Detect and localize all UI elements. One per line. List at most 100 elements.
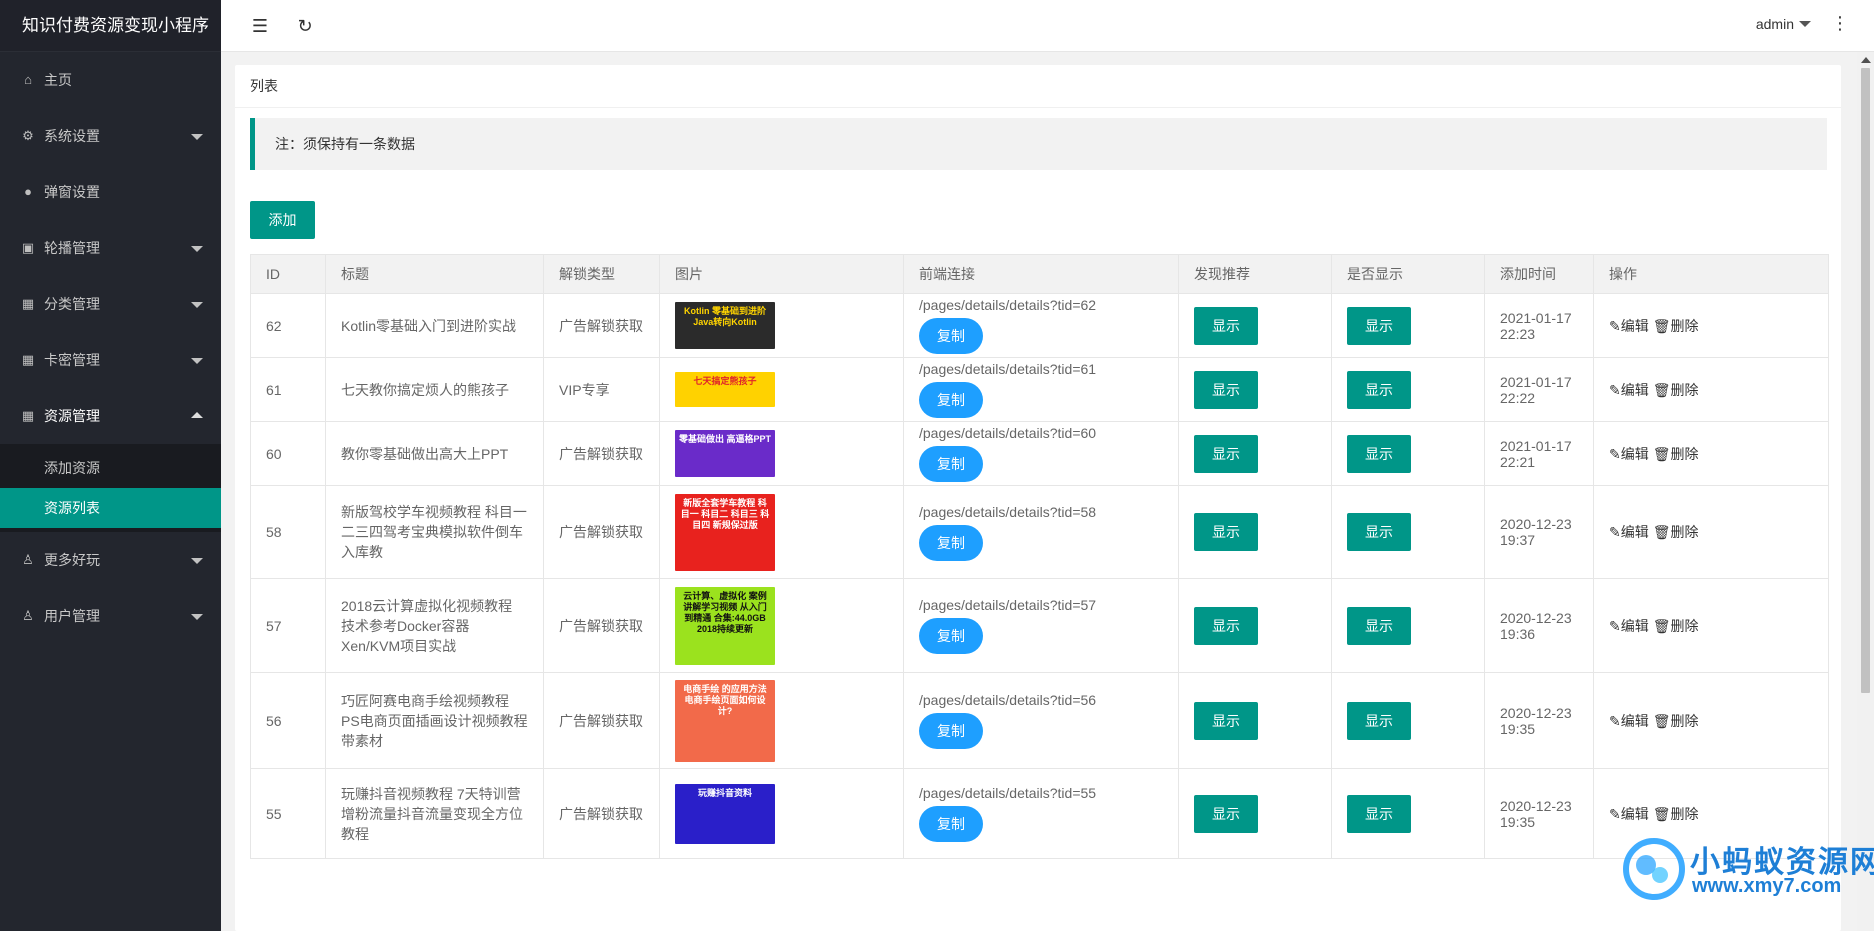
table-body: 62 Kotlin零基础入门到进阶实战 广告解锁获取 Kotlin 零基础到进阶 Ja… (250, 293, 1829, 859)
sidebar-item-resources[interactable]: ▦ 资源管理 (0, 388, 221, 444)
add-button[interactable]: 添加 (250, 201, 315, 239)
resource-thumbnail[interactable]: 玩赚抖音资料 (675, 783, 775, 844)
cell-image: 新版全套学车教程 科目一 科目二 科目三 科目四 新规保过版 (659, 485, 904, 579)
trash-icon: 🗑 (1652, 617, 1671, 634)
copy-button[interactable]: 复制 (919, 618, 983, 654)
delete-action[interactable]: 🗑删除 (1653, 806, 1699, 822)
delete-action[interactable]: 🗑删除 (1653, 382, 1699, 398)
cell-discover-recommend: 显示 (1178, 293, 1332, 358)
added-date: 2021-01-17 (1500, 309, 1572, 326)
sidebar-item-card-keys[interactable]: ▦ 卡密管理 (0, 332, 221, 388)
thumbnail-caption: 新版全套学车教程 科目一 科目二 科目三 科目四 新规保过版 (680, 497, 770, 530)
edit-action[interactable]: ✎编辑 (1609, 318, 1649, 334)
delete-label: 删除 (1670, 317, 1699, 334)
copy-button[interactable]: 复制 (919, 382, 983, 418)
cell-unlock-type: 广告解锁获取 (543, 293, 660, 358)
chevron-down-icon (191, 358, 203, 364)
copy-button[interactable]: 复制 (919, 713, 983, 749)
refresh-icon[interactable]: ↻ (292, 13, 318, 39)
edit-action[interactable]: ✎编辑 (1609, 524, 1649, 540)
trash-icon: 🗑 (1652, 712, 1671, 729)
recommend-show-button[interactable]: 显示 (1194, 306, 1258, 345)
resource-thumbnail[interactable]: 七天搞定熊孩子 (675, 372, 775, 407)
sidebar-item-home[interactable]: ⌂ 主页 (0, 52, 221, 108)
sidebar-item-popup-settings[interactable]: ● 弹窗设置 (0, 164, 221, 220)
recommend-show-button[interactable]: 显示 (1194, 513, 1258, 551)
edit-action[interactable]: ✎编辑 (1609, 618, 1649, 634)
sidebar-item-label: 卡密管理 (44, 352, 100, 368)
edit-action[interactable]: ✎编辑 (1609, 713, 1649, 729)
resource-thumbnail[interactable]: 电商手绘 的应用方法 电商手绘页面如何设计? (675, 679, 775, 762)
edit-action[interactable]: ✎编辑 (1609, 382, 1649, 398)
copy-button[interactable]: 复制 (919, 806, 983, 842)
added-date: 2021-01-17 (1500, 373, 1572, 390)
sidebar-subitem-resource-list[interactable]: 资源列表 (0, 488, 221, 528)
cell-actions: ✎编辑 🗑删除 (1593, 672, 1829, 769)
visibility-show-button[interactable]: 显示 (1347, 306, 1411, 345)
sidebar-item-label: 弹窗设置 (44, 184, 100, 200)
delete-action[interactable]: 🗑删除 (1653, 446, 1699, 462)
scroll-up-arrow-icon[interactable] (1861, 57, 1871, 63)
copy-button[interactable]: 复制 (919, 446, 983, 482)
column-header: 解锁类型 (543, 254, 660, 294)
added-date: 2020-12-23 (1500, 516, 1572, 532)
cell-added-time: 2021-01-17 22:23 (1484, 293, 1594, 358)
cell-image: 云计算、虚拟化 案例讲解学习视频 从入门到精通 合集:44.0GB 2018持续… (659, 578, 904, 673)
cell-image: 七天搞定熊孩子 (659, 357, 904, 422)
cell-image: 零基础做出 高逼格PPT (659, 421, 904, 486)
copy-button[interactable]: 复制 (919, 524, 983, 561)
recommend-show-button[interactable]: 显示 (1194, 701, 1258, 740)
resource-thumbnail[interactable]: 云计算、虚拟化 案例讲解学习视频 从入门到精通 合集:44.0GB 2018持续… (675, 586, 775, 665)
recommend-show-button[interactable]: 显示 (1194, 370, 1258, 409)
menu-collapse-icon[interactable]: ☰ (247, 13, 273, 39)
user-icon: ♙ (22, 608, 34, 623)
chevron-down-icon (191, 558, 203, 564)
sidebar-item-categories[interactable]: ▦ 分类管理 (0, 276, 221, 332)
visibility-show-button[interactable]: 显示 (1347, 794, 1411, 833)
sidebar-item-user-management[interactable]: ♙ 用户管理 (0, 588, 221, 644)
sidebar-item-more-fun[interactable]: ♙ 更多好玩 (0, 532, 221, 588)
resource-thumbnail[interactable]: Kotlin 零基础到进阶 Java转向Kotlin (675, 302, 775, 349)
delete-action[interactable]: 🗑删除 (1653, 524, 1699, 540)
scrollbar-thumb[interactable] (1861, 68, 1870, 693)
recommend-show-button[interactable]: 显示 (1194, 606, 1258, 645)
cell-unlock-type: VIP专享 (543, 357, 660, 422)
frontend-link-text: /pages/details/details?tid=56 (919, 692, 1097, 708)
sidebar-item-carousel[interactable]: ▣ 轮播管理 (0, 220, 221, 276)
frontend-link-text: /pages/details/details?tid=60 (919, 425, 1097, 441)
home-icon: ⌂ (24, 72, 32, 87)
edit-action[interactable]: ✎编辑 (1609, 446, 1649, 462)
delete-action[interactable]: 🗑删除 (1653, 713, 1699, 729)
cell-actions: ✎编辑 🗑删除 (1593, 293, 1829, 358)
page-scrollbar[interactable] (1857, 52, 1874, 931)
cell-added-time: 2020-12-23 19:37 (1484, 485, 1594, 579)
visibility-show-button[interactable]: 显示 (1347, 606, 1411, 645)
sidebar-item-label: 更多好玩 (44, 552, 100, 568)
sidebar-item-system-settings[interactable]: ⚙ 系统设置 (0, 108, 221, 164)
resource-thumbnail[interactable]: 零基础做出 高逼格PPT (675, 430, 775, 477)
sidebar-subitem-add-resource[interactable]: 添加资源 (0, 448, 221, 488)
visibility-show-button[interactable]: 显示 (1347, 701, 1411, 740)
recommend-show-button[interactable]: 显示 (1194, 794, 1258, 833)
resource-thumbnail[interactable]: 新版全套学车教程 科目一 科目二 科目三 科目四 新规保过版 (675, 493, 775, 571)
recommend-show-button[interactable]: 显示 (1194, 434, 1258, 473)
cell-frontend-link: /pages/details/details?tid=58 复制 (903, 485, 1179, 579)
more-vertical-icon[interactable]: ⋮ (1831, 13, 1849, 34)
delete-action[interactable]: 🗑删除 (1653, 618, 1699, 634)
watermark-url: www.xmy7.com (1692, 875, 1842, 897)
added-time: 19:35 (1500, 813, 1536, 830)
delete-action[interactable]: 🗑删除 (1653, 318, 1699, 334)
visibility-show-button[interactable]: 显示 (1347, 434, 1411, 473)
visibility-show-button[interactable]: 显示 (1347, 370, 1411, 409)
trash-icon: 🗑 (1652, 381, 1671, 398)
cell-discover-recommend: 显示 (1178, 768, 1332, 859)
user-menu[interactable]: admin (1756, 16, 1811, 32)
edit-action[interactable]: ✎编辑 (1609, 806, 1649, 822)
added-time: 22:23 (1500, 325, 1536, 342)
cell-actions: ✎编辑 🗑删除 (1593, 421, 1829, 486)
cell-added-time: 2020-12-23 19:36 (1484, 578, 1594, 673)
visibility-show-button[interactable]: 显示 (1347, 513, 1411, 551)
copy-button[interactable]: 复制 (919, 318, 983, 354)
delete-label: 删除 (1670, 805, 1699, 822)
pencil-icon: ✎ (1609, 381, 1621, 398)
